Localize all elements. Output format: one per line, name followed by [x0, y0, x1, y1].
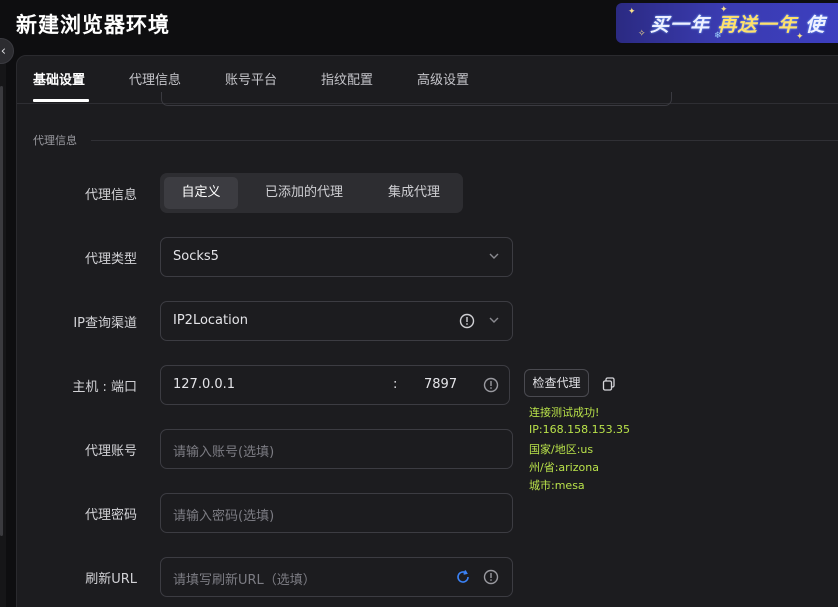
option-custom[interactable]: 自定义	[164, 177, 238, 209]
proxy-account-placeholder: 请输入账号(选填)	[173, 445, 275, 460]
refresh-url-input[interactable]: 请填写刷新URL（选填）	[160, 557, 513, 597]
settings-panel: 基础设置 代理信息 账号平台 指纹配置 高级设置 代理信息 代理信息 自定义 已…	[16, 55, 838, 607]
section-title: 代理信息	[33, 134, 77, 147]
previous-field-input[interactable]	[161, 92, 672, 106]
check-country-text: 国家/地区:us	[529, 443, 594, 456]
chevron-left-icon: ‹	[0, 43, 6, 59]
active-tab-indicator	[33, 99, 89, 102]
promo-text-part1: 买一年	[650, 14, 711, 36]
host-port-label: 主机 : 端口	[72, 380, 137, 395]
proxy-info-label: 代理信息	[84, 188, 137, 203]
info-icon[interactable]	[483, 377, 499, 393]
proxy-password-placeholder: 请输入密码(选填)	[173, 509, 275, 524]
collapse-sidebar-button[interactable]: ‹	[0, 38, 14, 64]
tab-fingerprint-config[interactable]: 指纹配置	[321, 69, 373, 88]
check-status-text: 连接测试成功!	[529, 406, 600, 419]
proxy-source-selector: 自定义 已添加的代理 集成代理	[160, 173, 463, 213]
check-city-text: 城市:mesa	[529, 479, 585, 492]
option-integrated-proxy[interactable]: 集成代理	[370, 177, 458, 209]
info-icon[interactable]	[459, 313, 475, 329]
ip-channel-label: IP查询渠道	[73, 316, 137, 331]
copy-icon[interactable]	[602, 377, 616, 391]
promo-text-part2: 再送一年	[717, 14, 798, 36]
ip-channel-select[interactable]: IP2Location	[160, 301, 513, 341]
section-divider	[91, 140, 838, 141]
host-value[interactable]: 127.0.0.1	[173, 377, 235, 392]
proxy-type-label: 代理类型	[84, 252, 137, 267]
host-port-separator: :	[393, 377, 398, 392]
tab-account-platform[interactable]: 账号平台	[225, 69, 277, 88]
promo-text-part3: 使	[805, 14, 826, 36]
tab-basic-settings[interactable]: 基础设置	[33, 69, 85, 88]
check-ip-text: IP:168.158.153.35	[529, 423, 631, 436]
chevron-down-icon	[489, 317, 499, 323]
refresh-url-placeholder: 请填写刷新URL（选填）	[173, 573, 316, 588]
sidebar-scrollbar[interactable]	[0, 86, 3, 536]
app-window: 新建浏览器环境 ✦ ✧ ✦ ❄ ✦ 买一年 再送一年 使 基础设置 代理信息 账…	[0, 0, 838, 607]
promo-text: 买一年 再送一年 使	[650, 10, 825, 37]
ip-channel-value: IP2Location	[173, 313, 248, 328]
proxy-type-value: Socks5	[173, 249, 219, 264]
proxy-account-label: 代理账号	[84, 444, 137, 459]
port-value[interactable]: 7897	[424, 377, 457, 392]
host-port-input[interactable]: 127.0.0.1 : 7897	[160, 365, 510, 405]
tab-proxy-info[interactable]: 代理信息	[129, 69, 181, 88]
star-icon: ✦	[628, 7, 636, 17]
check-proxy-button[interactable]: 检查代理	[524, 369, 589, 397]
proxy-type-select[interactable]: Socks5	[160, 237, 513, 277]
refresh-url-label: 刷新URL	[85, 572, 137, 587]
option-added-proxy[interactable]: 已添加的代理	[246, 177, 362, 209]
proxy-password-label: 代理密码	[84, 508, 137, 523]
chevron-down-icon	[489, 253, 499, 259]
proxy-password-input[interactable]: 请输入密码(选填)	[160, 493, 513, 533]
star-icon: ✧	[638, 29, 646, 39]
refresh-icon[interactable]	[455, 569, 471, 585]
tab-advanced-settings[interactable]: 高级设置	[417, 69, 469, 88]
page-title: 新建浏览器环境	[16, 13, 170, 37]
promo-banner[interactable]: ✦ ✧ ✦ ❄ ✦ 买一年 再送一年 使	[616, 3, 838, 43]
info-icon[interactable]	[483, 569, 499, 585]
proxy-account-input[interactable]: 请输入账号(选填)	[160, 429, 513, 469]
check-state-text: 州/省:arizona	[529, 461, 599, 474]
